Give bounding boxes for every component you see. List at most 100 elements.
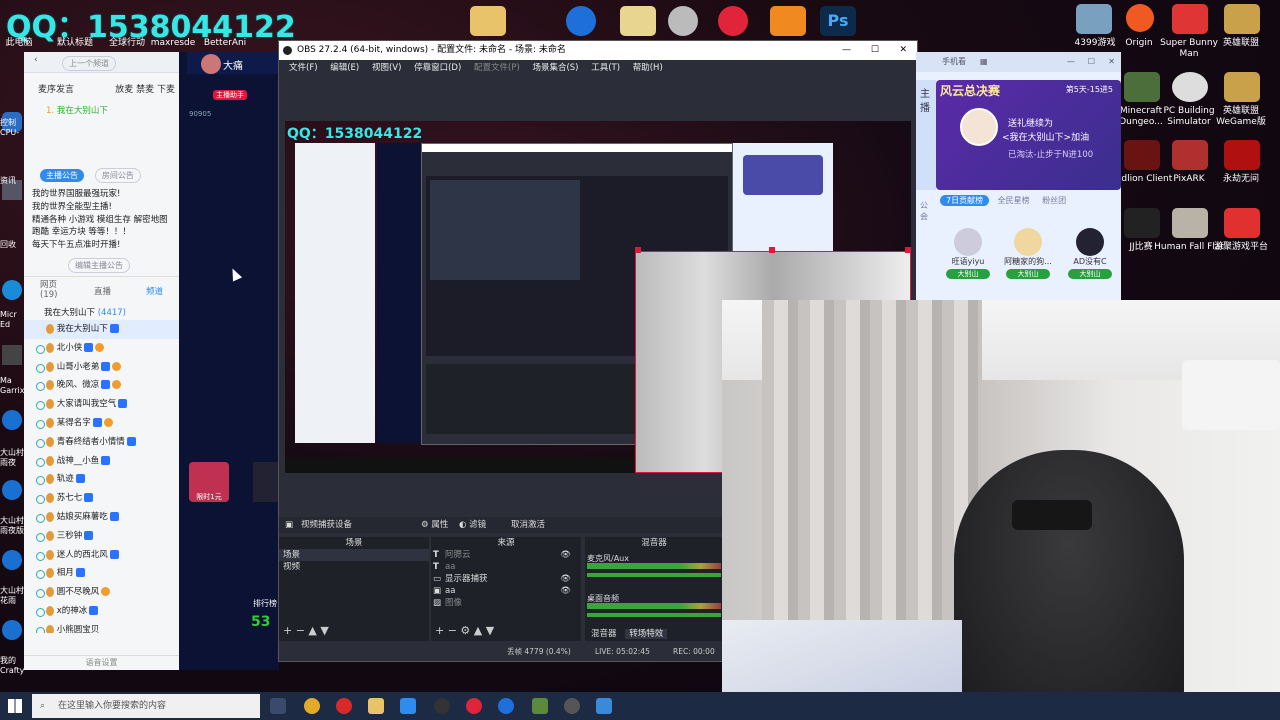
minecraft-icon[interactable] xyxy=(532,698,548,714)
menu-file[interactable]: 文件(F) xyxy=(289,63,318,73)
document-icon[interactable] xyxy=(620,6,656,36)
minimize-icon[interactable]: — xyxy=(1067,52,1075,72)
menu-view[interactable]: 视图(V) xyxy=(372,63,401,73)
menu-profile[interactable]: 配置文件(P) xyxy=(474,63,520,73)
edge-icon[interactable] xyxy=(2,280,22,300)
rank-label[interactable]: 排行榜 xyxy=(253,598,277,609)
task-view-icon[interactable] xyxy=(270,698,286,714)
resize-handle[interactable] xyxy=(905,247,911,253)
menu-scene-collection[interactable]: 场景集合(S) xyxy=(532,63,578,73)
list-item[interactable]: 大家请叫我空气 xyxy=(24,395,179,414)
deactivate-button[interactable]: 取消激活 xyxy=(511,517,545,533)
desktop-icon-label[interactable]: 英雄联盟 WeGame版 xyxy=(1206,106,1276,128)
chrome-icon[interactable] xyxy=(304,698,320,714)
mic-user[interactable]: 1. 我在大别山下 xyxy=(46,104,108,116)
list-item[interactable]: 三秒钟 xyxy=(24,527,179,546)
game-icon[interactable] xyxy=(2,620,22,640)
windows-start-icon[interactable] xyxy=(8,699,22,713)
qq-icon[interactable] xyxy=(400,698,416,714)
game-icon[interactable] xyxy=(2,550,22,570)
fan-item[interactable]: 旺语yiyu 大别山 xyxy=(940,228,996,279)
eye-icon[interactable]: 👁 xyxy=(560,549,571,561)
fire-app-icon[interactable] xyxy=(770,6,806,36)
super-bunny-icon[interactable] xyxy=(1172,4,1208,34)
voice-settings-button[interactable]: 语音设置 xyxy=(24,655,179,670)
menu-edit[interactable]: 编辑(E) xyxy=(330,63,359,73)
settings-app-icon[interactable] xyxy=(668,6,698,36)
scene-item[interactable]: 视频 xyxy=(279,561,429,573)
netease-music-icon[interactable] xyxy=(466,698,482,714)
desktop-app-icon[interactable] xyxy=(2,345,22,365)
eye-icon[interactable]: 👁 xyxy=(560,585,571,597)
menu-docks[interactable]: 停靠窗口(D) xyxy=(414,63,461,73)
game-icon[interactable] xyxy=(2,480,22,500)
source-item[interactable]: Taa xyxy=(431,561,581,573)
list-item[interactable]: 某得名字 xyxy=(24,414,179,433)
menu-tools[interactable]: 工具(T) xyxy=(591,63,620,73)
menu-help[interactable]: 帮助(H) xyxy=(633,63,663,73)
list-item[interactable]: 相月 xyxy=(24,564,179,583)
tab-live[interactable]: 直播 xyxy=(94,285,111,297)
app-icon[interactable] xyxy=(596,698,612,714)
youju-icon[interactable] xyxy=(1224,208,1260,238)
minecraft-dungeons-icon[interactable] xyxy=(1124,72,1160,102)
list-item[interactable]: 圆不尽晚风 xyxy=(24,583,179,602)
list-item[interactable]: 山哥小老弟 xyxy=(24,358,179,377)
channel-name[interactable]: 我在大别山下 (4417) xyxy=(44,306,126,318)
list-item[interactable]: 轨迹 xyxy=(24,470,179,489)
back-icon[interactable]: ‹ xyxy=(34,55,38,65)
host-side-tab[interactable]: 主播 xyxy=(916,80,936,190)
source-item[interactable]: ▭ 显示器捕获 👁 xyxy=(431,573,581,585)
list-item[interactable]: 我在大别山下 xyxy=(24,320,179,339)
opera-icon[interactable] xyxy=(336,698,352,714)
pc-building-icon[interactable] xyxy=(1172,72,1208,102)
side-banner[interactable] xyxy=(253,462,279,502)
list-item[interactable]: 小熊圆宝贝 xyxy=(24,621,179,633)
close-icon[interactable]: ✕ xyxy=(899,41,907,60)
zip-icon[interactable] xyxy=(498,698,514,714)
source-item[interactable]: T 阿腮云 👁 xyxy=(431,549,581,561)
list-item[interactable]: 青春终结者小情情 xyxy=(24,433,179,452)
avatar[interactable] xyxy=(201,54,221,74)
grid-icon[interactable]: ▦ xyxy=(980,52,988,72)
obs-icon[interactable] xyxy=(434,698,450,714)
tab-7day[interactable]: 7日贡献榜 xyxy=(940,195,990,206)
desktop-icon-label[interactable]: 英雄联盟 xyxy=(1206,38,1276,49)
desktop-icon-label[interactable]: 永劫无间 xyxy=(1206,174,1276,185)
mic-controls[interactable]: 放麦 禁麦 下麦 xyxy=(115,82,175,95)
list-item[interactable]: 晚风、微凉 xyxy=(24,376,179,395)
eye-icon[interactable]: 👁 xyxy=(560,573,571,585)
tab-transitions[interactable]: 转场特效 xyxy=(625,629,668,639)
netease-music-icon[interactable] xyxy=(718,6,748,36)
guild-side-tab[interactable]: 公会 xyxy=(916,198,936,224)
filters-button[interactable]: ◐ 滤镜 xyxy=(459,517,486,533)
tab-star[interactable]: 全民星榜 xyxy=(992,196,1036,205)
edit-notice-button[interactable]: 编辑主播公告 xyxy=(68,258,130,273)
game-icon[interactable] xyxy=(1076,4,1112,34)
origin-icon[interactable] xyxy=(1126,4,1154,32)
maximize-icon[interactable]: ☐ xyxy=(1088,52,1095,72)
tab-room-notice[interactable]: 房间公告 xyxy=(94,168,141,183)
pixark-icon[interactable] xyxy=(1172,140,1208,170)
zip-icon[interactable] xyxy=(566,6,596,36)
source-controls[interactable]: + − ⚙ ▲ ▼ xyxy=(435,624,494,637)
file-explorer-icon[interactable] xyxy=(368,698,384,714)
resize-handle[interactable] xyxy=(635,247,641,253)
list-item[interactable]: x的神冰 xyxy=(24,602,179,621)
badlion-icon[interactable] xyxy=(1124,140,1160,170)
maximize-icon[interactable]: ☐ xyxy=(871,41,879,60)
list-item[interactable]: 姑娘买麻薯吃 xyxy=(24,508,179,527)
list-item[interactable]: 迷人的西北风 xyxy=(24,546,179,565)
promo-gift[interactable]: 限时1元 xyxy=(189,462,229,502)
desktop-icon-label[interactable]: BetterAni xyxy=(190,38,260,49)
tab-channel[interactable]: 频道 xyxy=(146,285,163,297)
list-item[interactable]: 北小侠 xyxy=(24,339,179,358)
human-fall-flat-icon[interactable] xyxy=(1172,208,1208,238)
game-icon[interactable] xyxy=(2,410,22,430)
tab-host-notice[interactable]: 主播公告 xyxy=(40,169,84,182)
lol-wegame-icon[interactable] xyxy=(1224,72,1260,102)
app-icon[interactable] xyxy=(564,698,580,714)
tab-fans[interactable]: 粉丝团 xyxy=(1038,196,1070,205)
tab-mixer[interactable]: 混音器 xyxy=(585,629,623,639)
properties-button[interactable]: ⚙ 属性 xyxy=(421,517,448,533)
